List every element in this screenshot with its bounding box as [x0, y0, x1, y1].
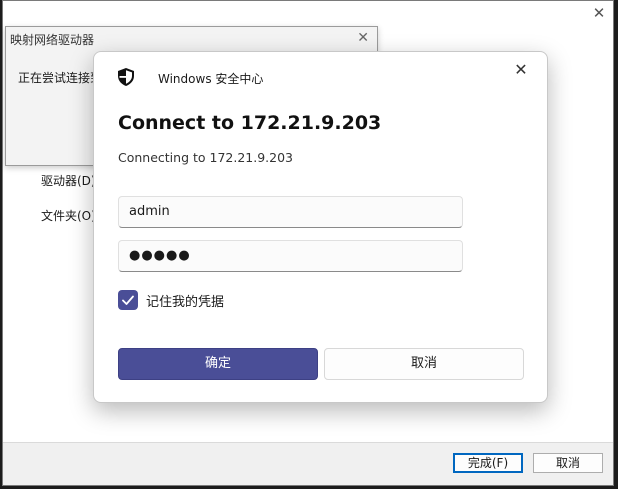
remember-credentials-label[interactable]: 记住我的凭据	[146, 291, 224, 310]
wizard-footer: 完成(F) 取消	[3, 442, 613, 485]
ok-button[interactable]: 确定	[118, 348, 318, 380]
finish-button[interactable]: 完成(F)	[453, 453, 523, 473]
remember-credentials-checkbox[interactable]	[118, 290, 138, 310]
dialog-app-name: Windows 安全中心	[158, 72, 264, 86]
wizard-close-icon[interactable]: ✕	[591, 5, 607, 21]
wizard-cancel-button[interactable]: 取消	[533, 453, 603, 473]
folder-label: 文件夹(O)	[41, 209, 96, 223]
password-field[interactable]: ●●●●●	[118, 240, 463, 272]
checkmark-icon	[122, 295, 134, 305]
connecting-dialog-title: 映射网络驱动器	[10, 33, 95, 47]
close-icon[interactable]: ✕	[511, 60, 531, 80]
connecting-close-icon[interactable]: ✕	[357, 30, 369, 46]
credential-dialog: Windows 安全中心 ✕ Connect to 172.21.9.203 C…	[93, 51, 548, 403]
drive-label: 驱动器(D)	[41, 174, 96, 188]
dialog-subheading: Connecting to 172.21.9.203	[118, 150, 294, 165]
cancel-button[interactable]: 取消	[324, 348, 524, 380]
username-field[interactable]: admin	[118, 196, 463, 228]
dialog-heading: Connect to 172.21.9.203	[118, 112, 382, 134]
shield-icon	[118, 68, 134, 86]
connecting-message: 正在尝试连接到	[18, 71, 98, 85]
